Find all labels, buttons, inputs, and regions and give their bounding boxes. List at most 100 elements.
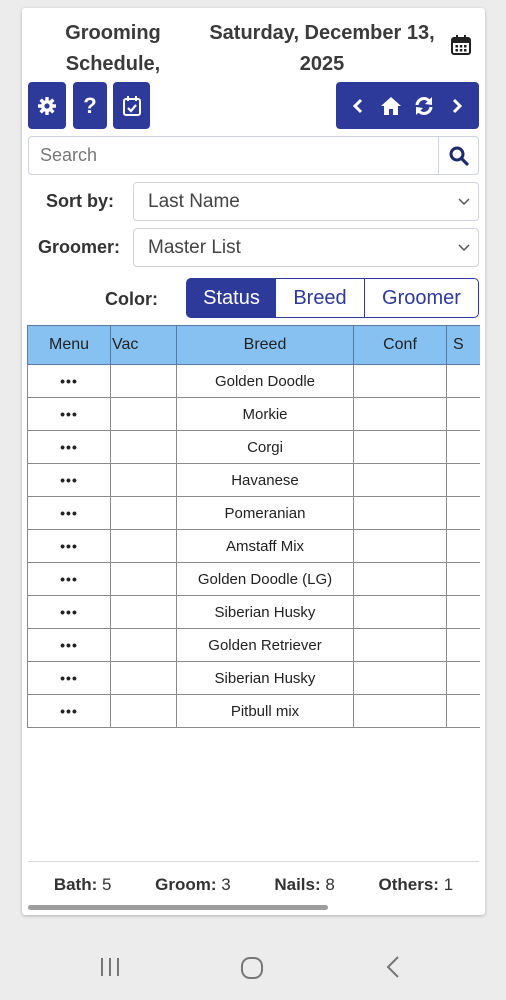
nails-count: Nails: 8 [274,875,335,895]
row-conf-cell [353,694,447,728]
table-row[interactable]: ••• Golden Doodle (LG) [27,562,480,596]
search-button[interactable] [438,137,478,174]
row-vac-cell [110,463,177,497]
row-breed-cell: Pomeranian [176,496,354,530]
color-option-breed[interactable]: Breed [276,278,365,318]
system-nav-bar [0,935,506,1000]
color-option-status[interactable]: Status [186,278,277,318]
row-conf-cell [353,628,447,662]
row-conf-cell [353,661,447,695]
table-row[interactable]: ••• Siberian Husky [27,595,480,629]
table-row[interactable]: ••• Pitbull mix [27,694,480,728]
color-option-groomer[interactable]: Groomer [364,278,479,318]
column-header-menu[interactable]: Menu [27,325,111,365]
groom-value: 3 [221,874,231,894]
row-vac-cell [110,562,177,596]
summary-footer: Bath: 5 Groom: 3 Nails: 8 Others: 1 [28,861,479,907]
row-conf-cell [353,529,447,563]
row-menu-button[interactable]: ••• [27,496,111,530]
row-vac-cell [110,397,177,431]
groomer-select-value: Master List [148,237,241,258]
row-breed-cell: Morkie [176,397,354,431]
row-s-cell [446,397,480,431]
table-row[interactable]: ••• Amstaff Mix [27,529,480,563]
back-icon[interactable] [383,955,403,979]
date-line-1: Saturday, December 13, [209,22,435,44]
row-vac-cell [110,628,177,662]
nails-label: Nails: [274,874,321,894]
table-row[interactable]: ••• Havanese [27,463,480,497]
row-s-cell [446,463,480,497]
row-menu-button[interactable]: ••• [27,694,111,728]
chevron-down-icon [458,198,470,206]
row-menu-button[interactable]: ••• [27,595,111,629]
today-button[interactable] [377,91,405,121]
row-menu-button[interactable]: ••• [27,661,111,695]
settings-button[interactable] [28,82,66,129]
column-header-s[interactable]: S [446,325,480,365]
header: Grooming Schedule, Saturday, December 13… [22,8,485,84]
row-menu-button[interactable]: ••• [27,529,111,563]
table-row[interactable]: ••• Morkie [27,397,480,431]
row-breed-cell: Siberian Husky [176,595,354,629]
chevron-right-icon [452,98,462,113]
row-conf-cell [353,430,447,464]
column-header-breed[interactable]: Breed [176,325,354,365]
row-menu-button[interactable]: ••• [27,364,111,398]
schedule-table: Menu Vac Breed Conf S ••• Golden Doodle ••… [27,325,480,728]
groomer-select[interactable]: Master List [133,228,479,267]
recent-apps-icon[interactable] [98,955,122,979]
home-icon [381,96,402,115]
schedule-date: Saturday, December 13, 2025 [202,18,442,80]
sort-select-value: Last Name [148,191,240,212]
search-input[interactable] [29,137,439,174]
row-breed-cell: Siberian Husky [176,661,354,695]
row-menu-button[interactable]: ••• [27,463,111,497]
row-vac-cell [110,496,177,530]
groomer-label: Groomer: [37,237,120,257]
column-header-conf[interactable]: Conf [353,325,447,365]
date-nav-group [336,82,479,129]
row-s-cell [446,562,480,596]
table-row[interactable]: ••• Siberian Husky [27,661,480,695]
row-menu-button[interactable]: ••• [27,430,111,464]
sort-select[interactable]: Last Name [133,182,479,221]
others-value: 1 [443,874,454,894]
home-circle-icon[interactable] [239,955,265,981]
row-menu-button[interactable]: ••• [27,562,111,596]
title-line-1: Grooming [65,22,161,44]
table-row[interactable]: ••• Golden Doodle [27,364,480,398]
row-s-cell [446,595,480,629]
next-day-button[interactable] [443,91,471,121]
row-vac-cell [110,661,177,695]
row-vac-cell [110,430,177,464]
row-menu-button[interactable]: ••• [27,628,111,662]
horizontal-scrollbar[interactable] [28,905,328,910]
chevron-left-icon [353,98,363,113]
prev-day-button[interactable] [344,91,372,121]
bath-label: Bath: [53,874,98,894]
help-label: ? [83,92,97,118]
refresh-button[interactable] [410,91,438,121]
row-conf-cell [353,463,447,497]
row-s-cell [446,628,480,662]
groom-label: Groom: [155,874,217,894]
table-row[interactable]: ••• Golden Retriever [27,628,480,662]
help-button[interactable]: ? [73,82,107,129]
row-s-cell [446,496,480,530]
search-box [28,136,479,175]
calendar-check-button[interactable] [113,82,150,129]
column-header-vac[interactable]: Vac [110,325,177,365]
chevron-down-icon [458,244,470,252]
row-breed-cell: Corgi [176,430,354,464]
date-line-2: 2025 [299,53,345,75]
calendar-check-icon [122,95,141,116]
table-row[interactable]: ••• Pomeranian [27,496,480,530]
bath-value: 5 [102,874,112,894]
calendar-icon[interactable] [450,34,472,56]
row-s-cell [446,529,480,563]
row-s-cell [446,661,480,695]
table-row[interactable]: ••• Corgi [27,430,480,464]
row-menu-button[interactable]: ••• [27,397,111,431]
row-vac-cell [110,364,177,398]
